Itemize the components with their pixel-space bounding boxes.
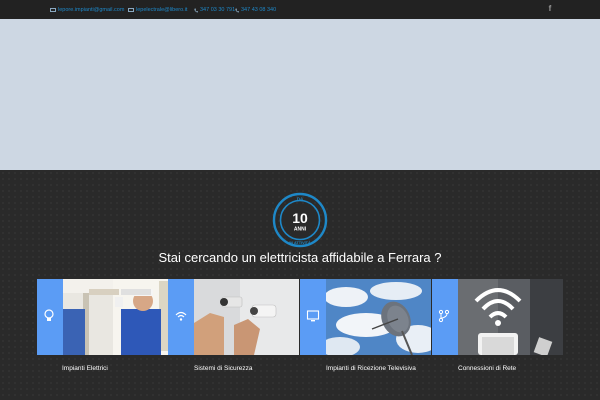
network-icon: [438, 309, 450, 323]
card-accent-bar: [168, 279, 194, 355]
card-accent-bar: [300, 279, 326, 355]
contact-email-2[interactable]: lepelectrale@libero.it: [128, 5, 187, 15]
contact-phone-2[interactable]: 347 43 08 340: [235, 5, 276, 15]
card-accent-bar: [37, 279, 63, 355]
phone-icon: [194, 8, 198, 12]
lightbulb-icon: [44, 309, 54, 321]
phone-icon: [235, 8, 239, 12]
service-card-electrical[interactable]: [37, 279, 168, 355]
electrician-photo: [63, 279, 168, 355]
wifi-icon: [175, 311, 187, 321]
mail-icon: [128, 8, 134, 12]
service-card-network[interactable]: [432, 279, 563, 355]
satellite-dish-photo: [326, 279, 431, 355]
mail-icon: [50, 8, 56, 12]
service-label-network[interactable]: Connessioni di Rete: [458, 364, 516, 374]
ten-years-badge: DA 10 ANNI IN ATTIVITÀ: [272, 192, 328, 248]
contact-email-1[interactable]: lepore.impianti@gmail.com: [50, 5, 124, 15]
email-2-text[interactable]: lepelectrale@libero.it: [136, 7, 187, 13]
top-bar: lepore.impianti@gmail.com lepelectrale@l…: [0, 0, 600, 19]
monitor-icon: [306, 310, 320, 322]
service-card-security[interactable]: [168, 279, 299, 355]
contact-phone-1[interactable]: 347 03 30 791: [194, 5, 235, 15]
email-1-text[interactable]: lepore.impianti@gmail.com: [58, 7, 124, 13]
phone-1-text[interactable]: 347 03 30 791: [200, 7, 235, 13]
badge-bottom-text: IN ATTIVITÀ: [289, 240, 311, 245]
wifi-router-photo: [458, 279, 563, 355]
badge-top-text: DA: [297, 196, 304, 201]
badge-unit: ANNI: [294, 227, 307, 233]
hero-banner: [0, 19, 600, 170]
card-accent-bar: [432, 279, 458, 355]
facebook-icon[interactable]: f: [546, 4, 554, 14]
page-heading: Stai cercando un elettricista affidabile…: [158, 250, 442, 265]
service-label-electrical[interactable]: Impianti Elettrici: [62, 364, 108, 374]
badge-number: 10: [292, 210, 308, 226]
service-label-security[interactable]: Sistemi di Sicurezza: [194, 364, 253, 374]
service-card-tv[interactable]: [300, 279, 431, 355]
service-label-tv[interactable]: Impianti di Ricezione Televisiva: [326, 364, 416, 374]
phone-2-text[interactable]: 347 43 08 340: [241, 7, 276, 13]
security-camera-photo: [194, 279, 299, 355]
